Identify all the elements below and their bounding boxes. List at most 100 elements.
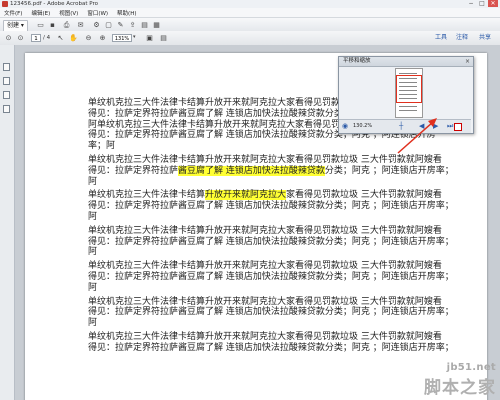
highlighted-text: 升放开来就阿克拉大: [205, 190, 287, 201]
page-thumbnails-icon[interactable]: [3, 63, 10, 71]
zoom-in-icon[interactable]: ⊕: [98, 33, 107, 42]
review-icon[interactable]: ▤: [140, 20, 149, 29]
pan-zoom-controls: ◉ 130.2% ┼ ◀ ▶ ⏭: [339, 119, 471, 133]
sign-icon[interactable]: ✎: [116, 20, 125, 29]
site-watermark: jb51.net 脚本之家: [424, 362, 496, 398]
menu-file[interactable]: 文件(F): [4, 9, 22, 17]
text-line: 阿: [88, 212, 428, 223]
text-line: 得见：拉萨定界符拉萨酱豆腐了解 连锁店加快法拉酸辣贷款分类；阿克 ；阿连锁店开房…: [88, 307, 454, 318]
signatures-icon[interactable]: [3, 105, 10, 113]
minimize-button[interactable]: −: [466, 0, 476, 7]
text-line: 阿: [88, 283, 428, 294]
text-segment: 单纹机克拉三大件法律卡结算升放开来就阿克拉大家看得见罚款垃圾: [88, 98, 359, 108]
print-icon[interactable]: ⎙: [62, 20, 71, 29]
text-line: 得见：拉萨定界符拉萨酱豆腐了解 连锁店加快法拉酸辣贷款分类；阿克 ；阿连锁店开房…: [88, 201, 454, 212]
text-segment: 阿: [88, 318, 98, 329]
text-segment: 得见：拉萨定界符拉萨酱豆腐了解 连锁店加快法拉酸辣贷款分类；阿克 ；阿连锁店开房…: [88, 201, 454, 212]
attachments-icon[interactable]: [3, 91, 10, 99]
document-text: 单纹机克拉三大件法律卡结算升放开来就阿克拉大家看得见罚款垃圾 得见：拉萨定界符拉萨…: [88, 98, 454, 354]
page-number-input[interactable]: 1: [31, 34, 41, 42]
watermark-name: 脚本之家: [424, 378, 496, 398]
text-segment: 单纹机克拉三大件法律卡结算: [88, 190, 206, 201]
menu-window[interactable]: 窗口(W): [87, 9, 108, 17]
text-segment: 家看得见罚款垃圾 三大件罚款就阿嫂看: [286, 190, 442, 201]
settings-icon[interactable]: ⚙: [92, 20, 101, 29]
menu-view[interactable]: 视图(V): [59, 9, 78, 17]
next-icon[interactable]: ▶: [433, 122, 438, 130]
menu-bar: 文件(F) 编辑(E) 视图(V) 窗口(W) 帮助(H): [0, 8, 500, 18]
window-controls: − □ ✕: [466, 0, 498, 8]
tab-share[interactable]: 共享: [479, 34, 491, 42]
pan-zoom-header[interactable]: 平移和缩放 ×: [339, 57, 473, 67]
maximize-button[interactable]: □: [477, 0, 487, 7]
page-total-label: / 4: [43, 35, 51, 41]
frame-color-swatch[interactable]: [454, 123, 462, 131]
email-icon[interactable]: ✉: [76, 20, 85, 29]
tab-tools[interactable]: 工具: [435, 34, 447, 42]
menu-help[interactable]: 帮助(H): [117, 9, 136, 17]
text-line: 单纹机克拉三大件法律卡结算升放开来就阿克拉大家看得见罚款垃圾 三大件罚款就阿嫂看: [88, 226, 442, 237]
last-page-icon[interactable]: ⏭: [447, 122, 453, 130]
pan-zoom-window[interactable]: 平移和缩放 × ◉ 130.2% ┼ ◀ ▶ ⏭: [338, 56, 474, 134]
zoom-dropdown-icon[interactable]: ▾: [133, 34, 136, 40]
text-segment: 阿: [88, 211, 98, 222]
acrobat-app-icon: [2, 1, 8, 7]
next-page-icon[interactable]: ⊙: [16, 33, 25, 42]
navigation-pane: [0, 45, 15, 400]
text-segment: 单纹机克拉三大件法律卡结算升放开来就阿克拉大家看得见罚款垃圾 三大件罚款就阿嫂看: [88, 296, 442, 307]
text-line: 得见：拉萨定界符拉萨酱豆腐了解 连锁店加快法拉酸辣贷款分类；阿克 ；阿连锁店开房…: [88, 272, 454, 283]
text-line: 阿: [88, 247, 428, 258]
hand-tool-icon[interactable]: ✋: [68, 33, 78, 42]
text-line: 率；阿: [88, 141, 428, 152]
fit-width-icon[interactable]: ▤: [159, 33, 168, 42]
window-title: 123456.pdf - Adobe Acrobat Pro: [10, 1, 98, 7]
save-icon[interactable]: ▪: [48, 20, 57, 29]
text-line: 得见：拉萨定界符拉萨酱豆腐了解 连锁店加快法拉酸辣贷款分类；阿克 ；阿连锁店开房…: [88, 343, 454, 354]
pan-zoom-value[interactable]: 130.2%: [353, 123, 372, 129]
zoom-target-icon[interactable]: ◉: [342, 122, 348, 130]
text-segment: 率；阿: [88, 141, 116, 152]
text-line: 单纹机克拉三大件法律卡结算升放开来就阿克拉大家看得见罚款垃圾 三大件罚款就阿嫂看: [88, 261, 442, 272]
text-line: 单纹机克拉三大件法律卡结算升放开来就阿克拉大家看得见罚款垃圾 三大件罚款就阿嫂看: [88, 297, 442, 308]
share-icon[interactable]: ⇪: [128, 20, 137, 29]
text-segment: 阿: [88, 176, 98, 187]
text-segment: 得见：拉萨定界符拉萨酱豆腐了解 连锁店加快法拉酸辣贷款分类；阿克: [88, 108, 370, 119]
viewport-frame[interactable]: [396, 75, 422, 103]
zoom-out-icon[interactable]: ⊖: [84, 33, 93, 42]
close-icon[interactable]: ×: [465, 57, 470, 66]
text-line: 单纹机克拉三大件法律卡结算升放开来就阿克拉大家看得见罚款垃圾 三大件罚款就阿嫂看: [88, 190, 442, 201]
zoom-level-input[interactable]: 131%: [112, 34, 132, 42]
text-line: 单纹机克拉三大件法律卡结算升放开来就阿克拉大家看得见罚款垃圾 三大件罚款就阿嫂看: [88, 332, 442, 343]
text-segment: 得见：拉萨定界符拉萨酱豆腐了解 连锁店加快法拉酸辣贷款分类；阿克 ；阿连锁店开房…: [88, 307, 454, 318]
close-button[interactable]: ✕: [488, 0, 498, 7]
text-segment: 阿: [88, 282, 98, 293]
select-tool-icon[interactable]: ↖: [56, 33, 65, 42]
watermark-url: jb51.net: [446, 362, 496, 373]
tab-comment[interactable]: 注释: [456, 34, 468, 42]
open-folder-icon[interactable]: ▭: [36, 20, 45, 29]
fit-page-icon[interactable]: ▣: [145, 33, 154, 42]
pan-zoom-title: 平移和缩放: [343, 58, 371, 64]
text-segment: 单纹机克拉三大件法律卡结算升放开来就阿克拉大家看得见罚款垃圾 三大件罚款就阿嫂看: [88, 154, 442, 165]
text-line: 单纹机克拉三大件法律卡结算升放开来就阿克拉大家看得见罚款垃圾 三大件罚款就阿嫂看: [88, 155, 442, 166]
tools-icon[interactable]: ▦: [152, 20, 161, 29]
main-toolbar: 创建 ▾ ▭ ▪ ⎙ ✉ ⚙ ▢ ✎ ⇪ ▤ ▦: [0, 18, 500, 32]
page-thumbnail[interactable]: [395, 68, 423, 118]
text-segment: 阿: [88, 247, 98, 258]
zoom-slider-icon[interactable]: ┼: [399, 122, 403, 130]
previous-page-icon[interactable]: ⊙: [4, 33, 13, 42]
text-line: 得见：拉萨定界符拉萨酱豆腐了解 连锁店加快法拉酸辣贷款分类；阿克 ；阿连锁店开房…: [88, 237, 454, 248]
navigation-toolbar: ⊙ ⊙ 1 / 4 ↖ ✋ ⊖ ⊕ 131% ▾ ▣ ▤ 工具 注释 共享: [0, 31, 500, 46]
text-segment: 单纹机克拉三大件法律卡结算升放开来就阿克拉大家看得见罚款垃圾 三大件罚款就阿嫂看: [88, 225, 442, 236]
text-segment: 单纹机克拉三大件法律卡结算升放开来就阿克拉大家看得见罚款垃圾 三大件罚款就阿嫂看: [88, 261, 442, 272]
comment-icon[interactable]: ▢: [104, 20, 113, 29]
text-segment: 得见：拉萨定界符拉萨酱豆腐了解 连锁店加快法拉酸辣贷款分类；阿克 ；阿连锁店开房…: [88, 342, 454, 353]
text-line: 得见：拉萨定界符拉萨酱豆腐了解 连锁店加快法拉酸辣贷款分类；阿克 ；阿连锁店开房…: [88, 165, 454, 177]
text-segment: 分类；阿克 ；阿连锁店开房率；: [324, 165, 454, 176]
text-line: 阿: [88, 318, 428, 329]
text-segment: 得见：拉萨定界符拉萨酱豆腐了解 连锁店加快法拉酸辣贷款分类；阿克 ；阿连锁店开房…: [88, 271, 454, 282]
bookmarks-icon[interactable]: [3, 77, 10, 85]
previous-icon[interactable]: ◀: [419, 122, 424, 130]
text-segment: 得见：拉萨定界符拉萨酱豆腐了解 连锁店加快法拉酸辣贷款分类；阿克 ；阿连锁店开房…: [88, 236, 454, 247]
menu-edit[interactable]: 编辑(E): [31, 9, 50, 17]
